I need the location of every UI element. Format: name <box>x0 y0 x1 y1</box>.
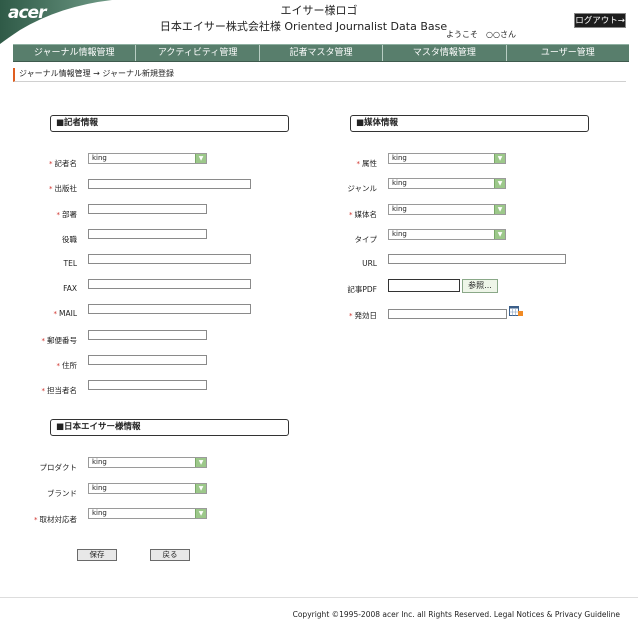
chevron-down-icon: ▼ <box>195 509 206 518</box>
nav-activity[interactable]: アクティビティ管理 <box>136 45 260 61</box>
field-label-type: タイプ <box>354 235 378 244</box>
mail-input[interactable] <box>88 304 251 314</box>
department-input[interactable] <box>88 204 207 214</box>
brand-select[interactable]: king ▼ <box>88 483 207 494</box>
reporter-name-select[interactable]: king ▼ <box>88 153 207 164</box>
media-section-title: ■媒体情報 <box>350 115 589 132</box>
field-label-brand: ブランド <box>47 489 77 498</box>
chevron-down-icon: ▼ <box>494 205 505 214</box>
calendar-icon[interactable] <box>509 306 523 317</box>
nav-user[interactable]: ユーザー管理 <box>507 45 629 61</box>
client-logo-placeholder: エイサー様ロゴ <box>280 4 358 17</box>
field-label-postal-code: * 郵便番号 <box>41 336 78 345</box>
nav-master-info[interactable]: マスタ情報管理 <box>383 45 507 61</box>
reporter-section-title: ■記者情報 <box>50 115 289 132</box>
field-label-reporter-name: * 記者名 <box>49 159 77 168</box>
save-button[interactable]: 保存 <box>77 549 117 561</box>
breadcrumb: ジャーナル情報管理 → ジャーナル新規登録 <box>13 68 626 82</box>
chevron-down-icon: ▼ <box>494 179 505 188</box>
staff-name-input[interactable] <box>88 380 207 390</box>
chevron-down-icon: ▼ <box>494 154 505 163</box>
media-name-select[interactable]: king ▼ <box>388 204 506 215</box>
postal-code-input[interactable] <box>88 330 207 340</box>
field-label-media-name: * 媒体名 <box>349 210 377 219</box>
address-input[interactable] <box>88 355 207 365</box>
acer-section-title: ■日本エイサー様情報 <box>50 419 289 436</box>
nav-reporter-master[interactable]: 記者マスタ管理 <box>260 45 384 61</box>
position-input[interactable] <box>88 229 207 239</box>
chevron-down-icon: ▼ <box>195 484 206 493</box>
interviewee-select[interactable]: king ▼ <box>88 508 207 519</box>
tel-input[interactable] <box>88 254 251 264</box>
field-label-position: 役職 <box>62 235 77 244</box>
nav-journal[interactable]: ジャーナル情報管理 <box>13 45 137 61</box>
publisher-input[interactable] <box>88 179 251 189</box>
main-nav: ジャーナル情報管理 アクティビティ管理 記者マスタ管理 マスタ情報管理 ユーザー… <box>13 44 629 62</box>
back-button[interactable]: 戻る <box>150 549 190 561</box>
field-label-tel: TEL <box>63 259 78 268</box>
chevron-down-icon: ▼ <box>494 230 505 239</box>
footer-divider <box>0 597 638 598</box>
fax-input[interactable] <box>88 279 251 289</box>
field-label-interviewee: * 取材対応者 <box>34 515 77 524</box>
field-label-publisher: * 出版社 <box>49 184 77 193</box>
type-select[interactable]: king ▼ <box>388 229 506 240</box>
url-input[interactable] <box>388 254 566 264</box>
field-label-effective-date: * 発効日 <box>349 311 377 320</box>
field-label-mail: * MAIL <box>53 309 78 318</box>
field-label-genre: ジャンル <box>347 184 377 193</box>
effective-date-input[interactable] <box>388 309 507 319</box>
article-pdf-file-input[interactable] <box>388 279 460 292</box>
footer-copyright: Copyright ©1995-2008 acer Inc. all Right… <box>292 610 620 619</box>
welcome-text: ようこそ ○○さん <box>446 30 516 39</box>
field-label-url: URL <box>362 259 377 268</box>
field-label-fax: FAX <box>63 284 77 293</box>
browse-button[interactable]: 参照... <box>462 279 498 293</box>
chevron-down-icon: ▼ <box>195 458 206 467</box>
genre-select[interactable]: king ▼ <box>388 178 506 189</box>
field-label-product: プロダクト <box>39 463 78 472</box>
field-label-attribute: * 属性 <box>356 159 378 168</box>
field-label-address: * 住所 <box>56 361 78 370</box>
product-select[interactable]: king ▼ <box>88 457 207 468</box>
field-label-article-pdf: 記事PDF <box>347 285 377 294</box>
chevron-down-icon: ▼ <box>195 154 206 163</box>
field-label-department: * 部署 <box>56 210 78 219</box>
logout-button[interactable]: ログアウト→ <box>574 13 626 28</box>
field-label-staff-name: * 担当者名 <box>41 386 78 395</box>
attribute-select[interactable]: king ▼ <box>388 153 506 164</box>
